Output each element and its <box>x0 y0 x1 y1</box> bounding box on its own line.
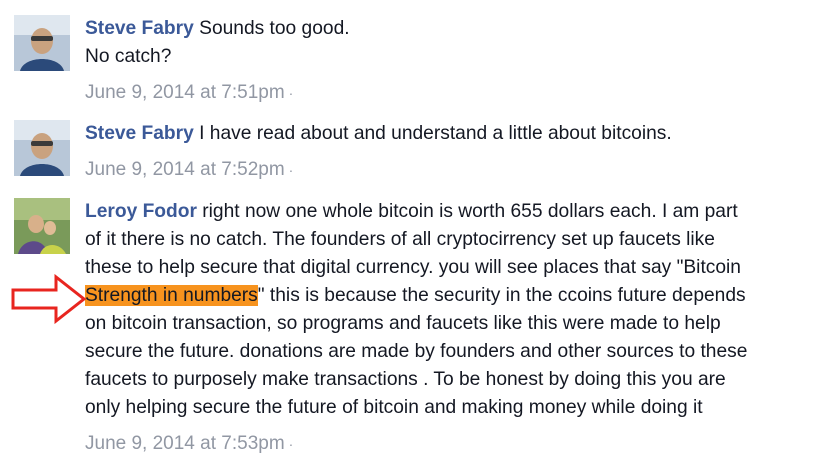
meta-separator: · <box>288 162 294 178</box>
avatar-steve-fabry[interactable] <box>14 120 70 176</box>
meta-separator: · <box>288 436 294 452</box>
comment-text-line: Steve Fabry I have read about and unders… <box>85 120 829 148</box>
comment-body: Leroy Fodor right now one whole bitcoin … <box>85 198 829 458</box>
comment-body: Steve Fabry Sounds too good. No catch? J… <box>85 15 829 107</box>
author-link[interactable]: Steve Fabry <box>85 18 194 39</box>
comment-text: No catch? <box>85 46 172 67</box>
highlighted-phrase: Strength in numbers <box>85 285 258 306</box>
avatar-leroy-fodor[interactable] <box>14 198 70 254</box>
comment-meta: June 9, 2014 at 7:53pm · <box>85 430 829 458</box>
timestamp-link[interactable]: June 9, 2014 at 7:52pm <box>85 159 285 180</box>
author-link[interactable]: Leroy Fodor <box>85 201 197 222</box>
comment-text: only helping secure the future of bitcoi… <box>85 397 703 418</box>
comment-text: " this is because the security in the cc… <box>257 285 746 306</box>
comment-meta: June 9, 2014 at 7:52pm · <box>85 156 829 184</box>
comment-text: Sounds too good. <box>199 18 350 39</box>
profile-photo-icon <box>14 15 70 71</box>
comment-body: Steve Fabry I have read about and unders… <box>85 120 829 184</box>
timestamp-link[interactable]: June 9, 2014 at 7:53pm <box>85 433 285 454</box>
timestamp-link[interactable]: June 9, 2014 at 7:51pm <box>85 82 285 103</box>
profile-photo-icon <box>14 120 70 176</box>
meta-separator: · <box>288 85 294 101</box>
comment-text: of it there is no catch. The founders of… <box>85 229 715 250</box>
comment-text-line: Steve Fabry Sounds too good. <box>85 15 829 43</box>
comment-text: secure the future. donations are made by… <box>85 341 748 362</box>
author-link[interactable]: Steve Fabry <box>85 123 194 144</box>
comment-text: on bitcoin transaction, so programs and … <box>85 313 721 334</box>
comment-text: right now one whole bitcoin is worth 655… <box>202 201 738 222</box>
comment-meta: June 9, 2014 at 7:51pm · <box>85 79 829 107</box>
red-outline-right-arrow-icon <box>11 274 87 324</box>
comment-text: these to help secure that digital curren… <box>85 257 741 278</box>
comment-text: faucets to purposely make transactions .… <box>85 369 726 390</box>
profile-photo-icon <box>14 198 70 254</box>
comment-text-line: Strength in numbers" this is because the… <box>85 282 829 310</box>
comment-text-line: Leroy Fodor right now one whole bitcoin … <box>85 198 829 226</box>
comment-text: I have read about and understand a littl… <box>199 123 672 144</box>
avatar-steve-fabry[interactable] <box>14 15 70 71</box>
